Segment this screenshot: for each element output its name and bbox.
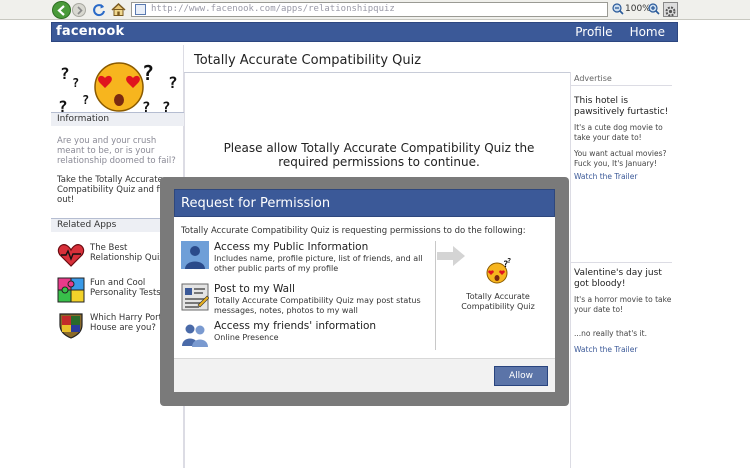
permission-description: Online Presence (214, 333, 279, 342)
app-name-label: Totally Accurate Compatibility Quiz (461, 292, 535, 311)
allow-button[interactable]: Allow (494, 366, 548, 386)
site-logo[interactable]: facenook (56, 24, 124, 39)
url-text: http://www.facenook.com/apps/relationshi… (151, 4, 395, 14)
wall-post-icon (181, 283, 209, 311)
ad-body: It's a horror movie to take your date to… (574, 295, 672, 314)
right-sidebar: Advertise This hotel is pawsitively furt… (570, 72, 672, 468)
heart-eyes-profile-picture: ? ? ? ? ? ? ? ? (58, 61, 178, 116)
friends-icon (182, 324, 208, 347)
svg-text:?: ? (60, 64, 70, 83)
arrow-right-icon (437, 246, 465, 266)
zoom-out-icon[interactable] (612, 3, 624, 15)
ad-heading: Advertise (571, 72, 672, 86)
permission-heading: Access my Public Information (214, 241, 369, 253)
settings-gear-icon[interactable] (663, 2, 678, 17)
gear-icon (665, 6, 676, 17)
permission-heading: Post to my Wall (214, 283, 295, 295)
crest-icon (59, 313, 83, 339)
dialog-divider (435, 241, 436, 350)
reload-icon[interactable] (92, 3, 106, 17)
dialog-title: Request for Permission (181, 196, 331, 211)
svg-text:?: ? (507, 257, 511, 265)
svg-text:?: ? (82, 93, 89, 107)
page-icon (135, 4, 146, 15)
zoom-in-icon[interactable] (648, 3, 660, 15)
svg-text:?: ? (168, 73, 178, 92)
permission-description: Includes name, profile picture, list of … (214, 254, 423, 273)
ad-divider (571, 262, 672, 263)
nav-profile[interactable]: Profile (575, 24, 612, 40)
permission-item: Access my Public Information Includes na… (181, 241, 433, 275)
ad-title[interactable]: Valentine's day just got bloody! (574, 268, 672, 290)
person-icon (181, 241, 209, 269)
ad-title[interactable]: This hotel is pawsitively furtastic! (574, 96, 672, 118)
svg-text:?: ? (72, 76, 79, 90)
page-title: Totally Accurate Compatibility Quiz (194, 53, 422, 68)
permission-item: Post to my Wall Totally Accurate Compati… (181, 283, 433, 317)
site-header: facenook Profile Home (51, 22, 678, 42)
back-arrow-icon (57, 5, 65, 16)
zoom-level: 100% (625, 4, 651, 14)
svg-text:?: ? (142, 61, 154, 85)
ad-body: ...no really that's it. (574, 329, 647, 338)
permission-description: Totally Accurate Compatibility Quiz may … (214, 296, 421, 315)
confused-face-app-icon: ? ? (486, 257, 511, 284)
dialog-title-bar: Request for Permission (174, 189, 555, 217)
ad-body: It's a cute dog movie to take your date … (574, 123, 663, 142)
permission-message: Please allow Totally Accurate Compatibil… (223, 141, 535, 169)
permission-item: Access my friends' information Online Pr… (181, 320, 433, 348)
dialog-subtitle: Totally Accurate Compatibility Quiz is r… (181, 226, 526, 236)
ad-trailer-link[interactable]: Watch the Trailer (574, 172, 637, 181)
forward-button[interactable] (72, 3, 86, 17)
ad-body: You want actual movies? Fuck you, It's J… (574, 149, 667, 168)
browser-toolbar: http://www.facenook.com/apps/relationshi… (0, 0, 750, 20)
info-section-heading: Information (51, 112, 184, 126)
forward-arrow-icon (77, 6, 83, 15)
nav-home[interactable]: Home (630, 24, 665, 40)
heart-icon (57, 244, 85, 267)
permission-heading: Access my friends' information (214, 320, 377, 332)
header-nav: Profile Home (575, 24, 665, 40)
back-button[interactable] (52, 1, 71, 19)
info-question: Are you and your crush meant to be, or i… (57, 136, 176, 166)
puzzle-icon (57, 277, 85, 303)
url-bar[interactable]: http://www.facenook.com/apps/relationshi… (131, 2, 608, 17)
ad-trailer-link[interactable]: Watch the Trailer (574, 345, 637, 354)
home-icon[interactable] (111, 2, 126, 17)
